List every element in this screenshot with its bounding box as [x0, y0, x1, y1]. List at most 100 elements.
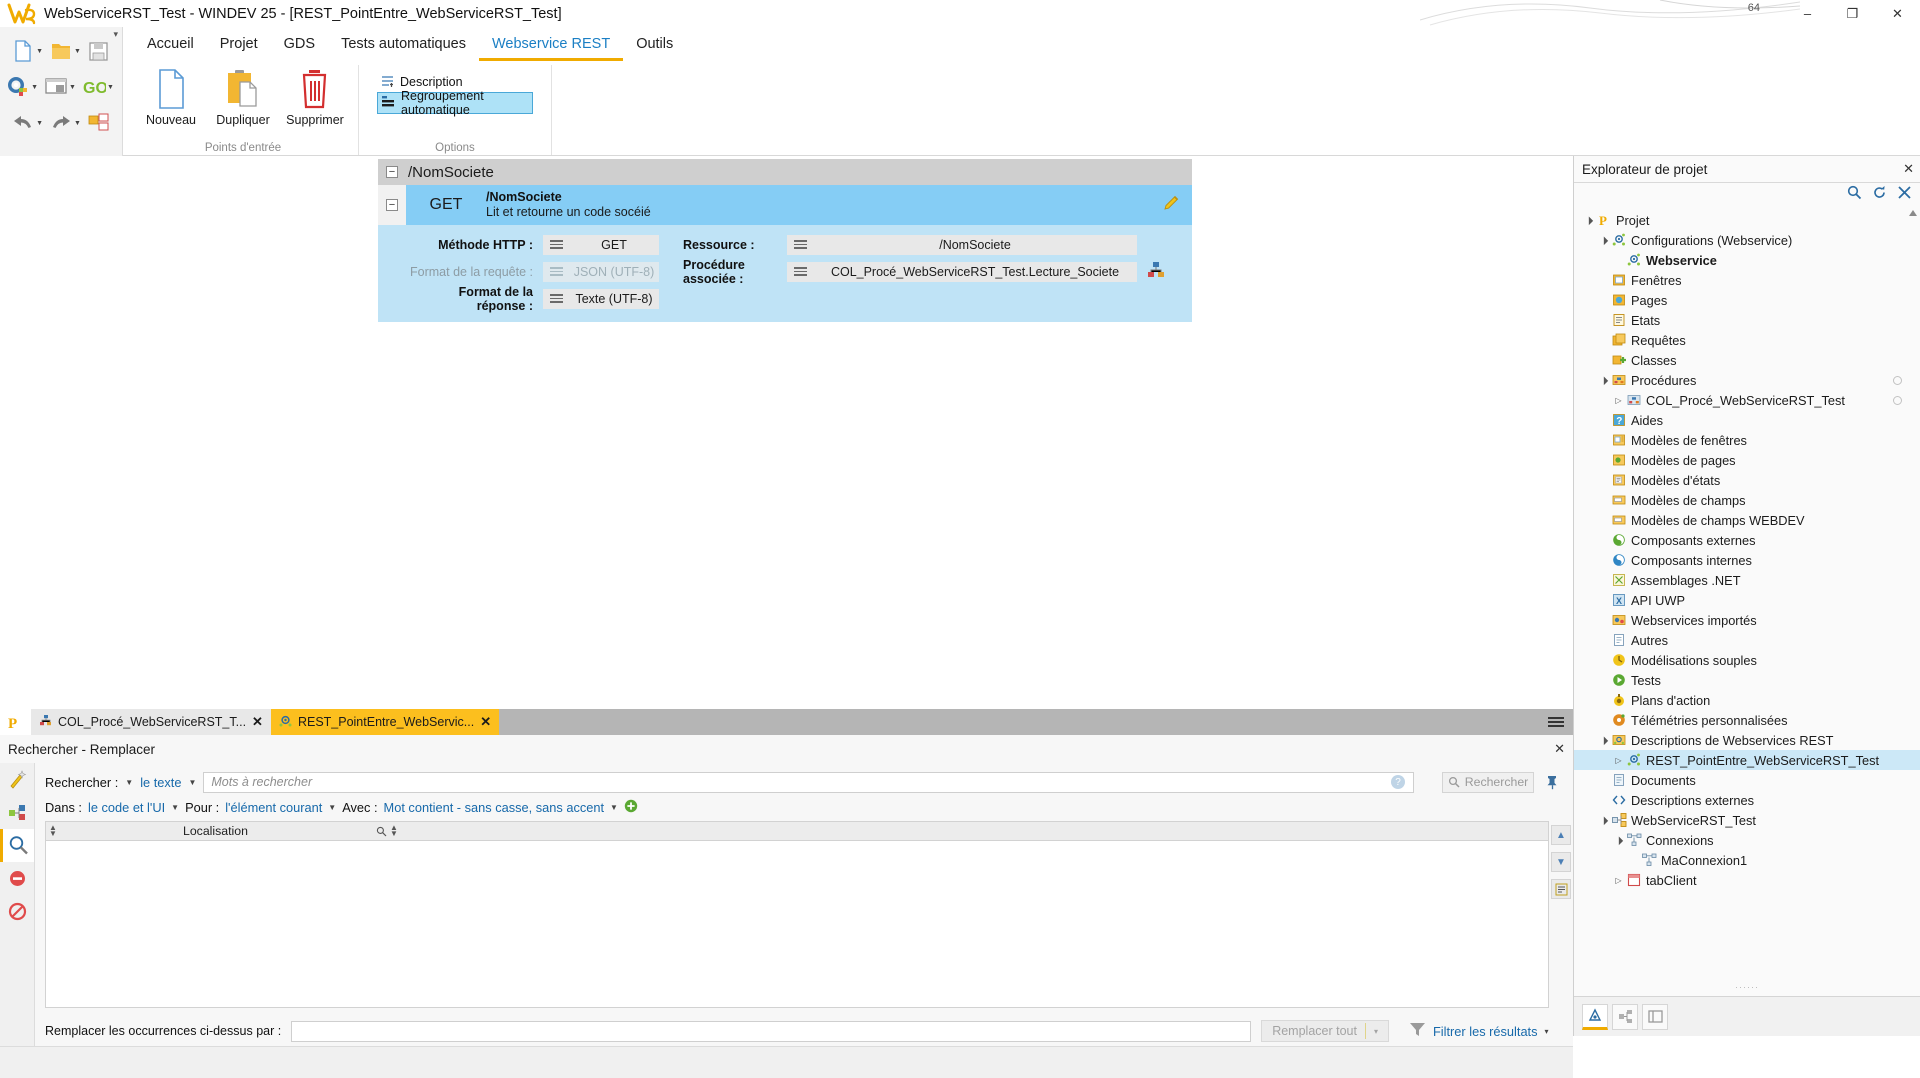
tree-item-assemblages-net[interactable]: Assemblages .NET: [1574, 570, 1920, 590]
method-combo[interactable]: GET: [543, 234, 659, 255]
ribbon-expand-icon[interactable]: ▾: [113, 29, 118, 40]
tab-outils[interactable]: Outils: [623, 32, 686, 61]
tree-item-proc-dures[interactable]: ◢ Procédures: [1574, 370, 1920, 390]
chevron-down-icon[interactable]: ◢: [1596, 732, 1612, 748]
tree-item-configurations-webservice[interactable]: ◢ Configurations (Webservice): [1574, 230, 1920, 250]
test-window-icon[interactable]: [43, 74, 69, 100]
add-circle-icon[interactable]: [624, 799, 638, 816]
search-help-icon[interactable]: ?: [1391, 775, 1405, 789]
tree-item-tabclient[interactable]: ▷ tabClient: [1574, 870, 1920, 890]
endpoint-group-header[interactable]: − /NomSociete: [378, 159, 1192, 185]
tree-item-maconnexion1[interactable]: MaConnexion1: [1574, 850, 1920, 870]
pencil-icon[interactable]: [1162, 194, 1182, 217]
tree-item-col-proc-webservicerst-test[interactable]: ▷ COL_Procé_WebServiceRST_Test: [1574, 390, 1920, 410]
tree-item-etats[interactable]: Etats: [1574, 310, 1920, 330]
tree-item-projet[interactable]: ◢ P Projet: [1574, 210, 1920, 230]
delete-entry-point-button[interactable]: Supprimer: [282, 68, 348, 127]
go-icon[interactable]: GO: [81, 74, 107, 100]
undo-icon[interactable]: [10, 110, 36, 136]
tree-item-api-uwp[interactable]: X API UWP: [1574, 590, 1920, 610]
blocked-icon[interactable]: [0, 895, 34, 928]
route-collapse-icon[interactable]: −: [386, 199, 398, 211]
method-menu-icon[interactable]: [543, 238, 569, 252]
chevron-right-icon[interactable]: ▷: [1612, 756, 1625, 765]
response-format-menu-icon[interactable]: [543, 292, 569, 306]
tab-accueil[interactable]: Accueil: [134, 32, 207, 61]
project-tree[interactable]: ◢ P Projet ◢ Configurations (Webservice) Webs…: [1574, 208, 1920, 986]
explorer-close-icon[interactable]: ✕: [1903, 161, 1914, 177]
results-row-sort-icon[interactable]: ▲ ▼: [49, 824, 57, 838]
chevron-down-icon[interactable]: ◢: [1596, 232, 1612, 248]
windows-list-icon[interactable]: [86, 110, 112, 136]
dock-tab-rest-close-icon[interactable]: ✕: [480, 714, 491, 730]
procedure-menu-icon[interactable]: [787, 265, 813, 279]
analysis-tab-icon[interactable]: [1612, 1003, 1638, 1030]
search-icon[interactable]: [0, 829, 34, 862]
procedure-combo[interactable]: COL_Procé_WebServiceRST_Test.Lecture_Soc…: [787, 261, 1137, 282]
filter-results-caret-icon[interactable]: ▾: [1545, 1027, 1549, 1036]
chevron-right-icon[interactable]: ▷: [1612, 396, 1625, 405]
results-column-search-icon[interactable]: ▲ ▼: [376, 824, 398, 838]
avec-caret-icon[interactable]: ▼: [610, 803, 618, 812]
results-column-localisation[interactable]: Localisation: [183, 824, 248, 838]
duplicate-entry-point-button[interactable]: Dupliquer: [210, 68, 276, 127]
dans-caret-icon[interactable]: ▼: [171, 803, 179, 812]
dock-tab-procedure-close-icon[interactable]: ✕: [252, 714, 263, 730]
search-scope-caret-icon[interactable]: ▼: [125, 778, 133, 787]
project-settings-caret-icon[interactable]: ▼: [31, 84, 38, 91]
chevron-right-icon[interactable]: ▷: [1612, 876, 1625, 885]
new-entry-point-button[interactable]: Nouveau: [138, 68, 204, 127]
tree-item-documents[interactable]: Documents: [1574, 770, 1920, 790]
search-input[interactable]: Mots à rechercher: [203, 771, 1414, 793]
tree-item-autres[interactable]: Autres: [1574, 630, 1920, 650]
minimize-button[interactable]: –: [1785, 0, 1830, 27]
tab-webservice-rest[interactable]: Webservice REST: [479, 32, 624, 61]
wand-icon[interactable]: [0, 763, 34, 796]
pour-value[interactable]: l'élément courant: [225, 800, 322, 815]
tab-projet[interactable]: Projet: [207, 32, 271, 61]
replace-input[interactable]: [291, 1020, 1252, 1042]
redo-icon[interactable]: [48, 110, 74, 136]
new-file-caret-icon[interactable]: ▼: [36, 48, 43, 55]
replace-all-button[interactable]: Remplacer tout ▾: [1261, 1020, 1389, 1042]
route-row[interactable]: − GET /NomSociete Lit et retourne un cod…: [378, 185, 1192, 225]
open-folder-caret-icon[interactable]: ▼: [74, 48, 81, 55]
replace-all-caret-icon[interactable]: ▾: [1374, 1027, 1378, 1036]
tree-item-plans-d-action[interactable]: Plans d'action: [1574, 690, 1920, 710]
resource-combo[interactable]: /NomSociete: [787, 234, 1137, 255]
explorer-tab-icon[interactable]: [1582, 1003, 1608, 1030]
tree-item-mod-les-de-champs[interactable]: Modèles de champs: [1574, 490, 1920, 510]
search-scope-caret2-icon[interactable]: ▼: [188, 778, 196, 787]
avec-value[interactable]: Mot contient - sans casse, sans accent: [384, 800, 605, 815]
tree-item-connexions[interactable]: ◢ Connexions: [1574, 830, 1920, 850]
test-window-caret-icon[interactable]: ▼: [69, 84, 76, 91]
new-file-icon[interactable]: [10, 38, 36, 64]
tree-item-webservice[interactable]: Webservice: [1574, 250, 1920, 270]
explorer-search-icon[interactable]: [1847, 185, 1862, 203]
tree-item-descriptions-externes[interactable]: Descriptions externes: [1574, 790, 1920, 810]
pin-icon[interactable]: [1541, 775, 1563, 790]
route-body[interactable]: GET /NomSociete Lit et retourne un code …: [406, 185, 1192, 225]
misc-tab-icon[interactable]: [1642, 1003, 1668, 1030]
maximize-button[interactable]: ❐: [1830, 0, 1875, 27]
option-regroupement-automatique[interactable]: Regroupement automatique: [377, 89, 533, 117]
explorer-collapse-all-icon[interactable]: [1897, 185, 1912, 203]
tree-item-composants-internes[interactable]: Composants internes: [1574, 550, 1920, 570]
tree-item-requ-tes[interactable]: Requêtes: [1574, 330, 1920, 350]
error-icon[interactable]: [0, 862, 34, 895]
tree-item-t-l-m-tries-personnalis-es[interactable]: Télémétries personnalisées: [1574, 710, 1920, 730]
redo-caret-icon[interactable]: ▼: [74, 120, 81, 127]
tree-item-mod-les-de-fen-tres[interactable]: Modèles de fenêtres: [1574, 430, 1920, 450]
tree-item-mod-les-de-pages[interactable]: Modèles de pages: [1574, 450, 1920, 470]
tree-item-pages[interactable]: Pages: [1574, 290, 1920, 310]
tree-item-mod-les-de-champs-webdev[interactable]: Modèles de champs WEBDEV: [1574, 510, 1920, 530]
undo-caret-icon[interactable]: ▼: [36, 120, 43, 127]
pour-caret-icon[interactable]: ▼: [328, 803, 336, 812]
project-settings-icon[interactable]: [5, 74, 31, 100]
tab-tests-automatiques[interactable]: Tests automatiques: [328, 32, 479, 61]
search-results-table[interactable]: ▲ ▼ Localisation ▲ ▼: [45, 821, 1549, 1008]
go-caret-icon[interactable]: ▼: [107, 84, 114, 91]
procedure-link-icon[interactable]: [1147, 261, 1165, 282]
tree-item-tests[interactable]: Tests: [1574, 670, 1920, 690]
tree-item-webservices-import-s[interactable]: Webservices importés: [1574, 610, 1920, 630]
